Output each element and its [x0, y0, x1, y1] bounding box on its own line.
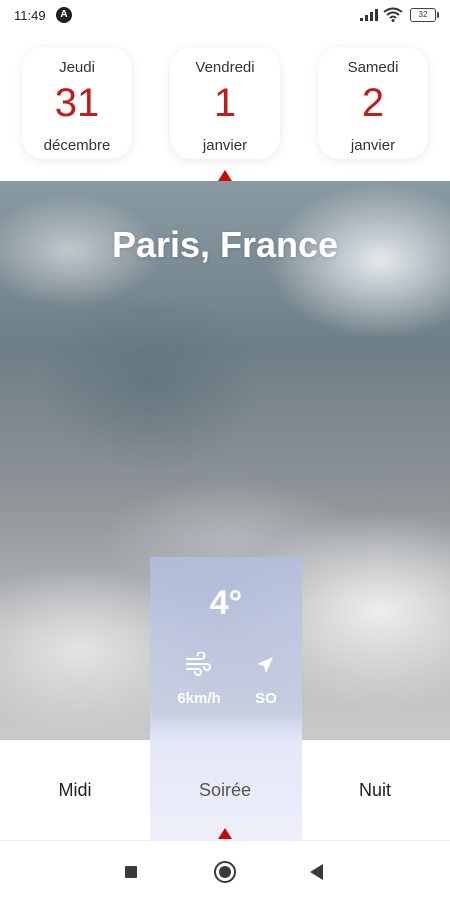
- day-weekday: Jeudi: [59, 59, 95, 76]
- day-card-vendredi[interactable]: Vendredi 1 janvier: [170, 47, 280, 159]
- city-title: Paris, France: [111, 224, 339, 265]
- period-tabs: Midi Soirée Nuit: [0, 740, 450, 840]
- day-card-samedi[interactable]: Samedi 2 janvier: [318, 47, 428, 159]
- app-alert-icon: A: [56, 7, 72, 23]
- day-month: décembre: [43, 137, 111, 154]
- back-icon[interactable]: [310, 864, 323, 880]
- wind-speed: 6km/h: [177, 690, 221, 707]
- day-card-jeudi[interactable]: Jeudi 31 décembre: [22, 47, 132, 159]
- selected-period-indicator-icon: [218, 828, 232, 839]
- wind-icon: [186, 652, 211, 676]
- wind-direction: SO: [255, 690, 277, 707]
- day-month: janvier: [350, 137, 396, 154]
- battery-icon: 32: [410, 8, 439, 22]
- day-number: 1: [213, 81, 237, 125]
- day-weekday: Vendredi: [195, 59, 255, 76]
- day-number: 31: [54, 81, 100, 125]
- signal-icon: [360, 9, 378, 21]
- tab-nuit[interactable]: Nuit: [300, 780, 450, 801]
- home-icon[interactable]: [214, 861, 236, 883]
- wifi-icon: [383, 7, 403, 22]
- status-time: 11:49: [14, 8, 46, 23]
- temperature: 4°: [209, 584, 243, 622]
- system-nav-bar: [0, 840, 450, 901]
- day-number: 2: [361, 81, 385, 125]
- tab-midi[interactable]: Midi: [0, 780, 150, 801]
- day-selector: Jeudi 31 décembre Vendredi 1 janvier Sam…: [0, 45, 450, 175]
- direction-arrow-icon: [257, 657, 273, 673]
- status-bar: 11:49 A 32: [0, 0, 450, 32]
- tab-soiree[interactable]: Soirée: [150, 780, 300, 801]
- recent-apps-icon[interactable]: [125, 866, 137, 878]
- day-weekday: Samedi: [347, 59, 399, 76]
- day-month: janvier: [202, 137, 248, 154]
- selected-day-indicator-icon: [218, 170, 232, 181]
